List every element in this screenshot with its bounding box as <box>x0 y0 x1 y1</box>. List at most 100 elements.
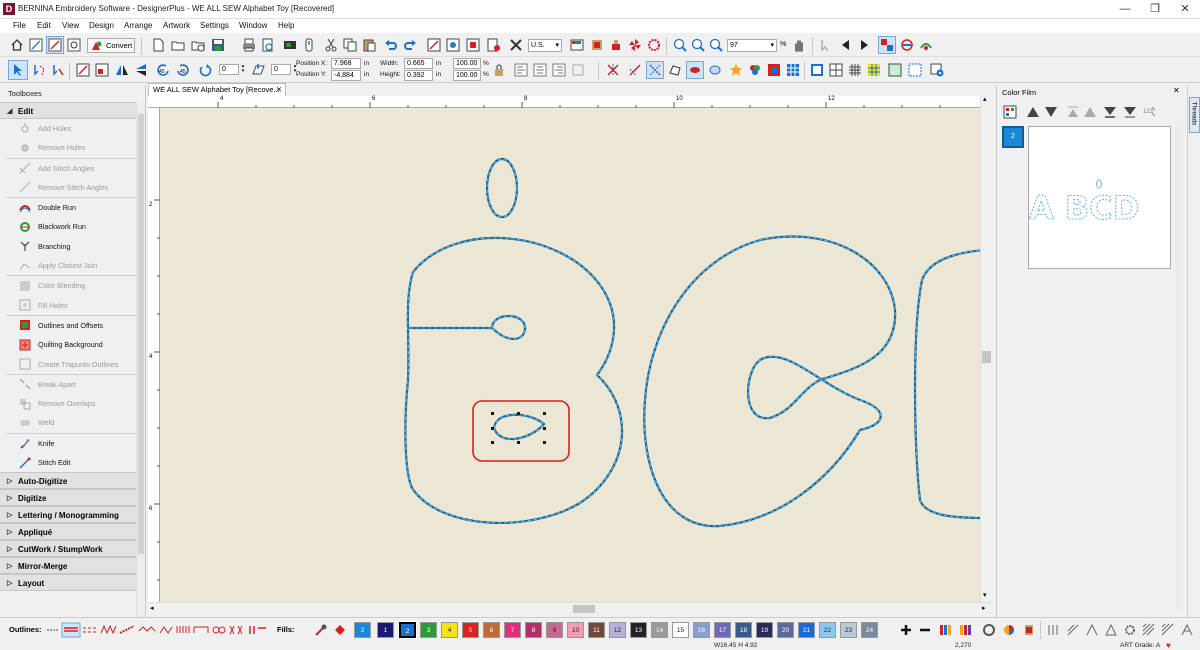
open-recent-icon[interactable] <box>189 36 207 54</box>
hoop-view-icon[interactable] <box>980 621 998 639</box>
section-edit-header[interactable]: ◢ Edit <box>0 102 145 119</box>
thread-swatch[interactable]: 2 <box>354 622 371 638</box>
units-select[interactable]: U.S. ▾ <box>528 39 562 52</box>
thread-swatch[interactable]: 18 <box>735 622 752 638</box>
mirror-horizontal-icon[interactable] <box>132 61 150 79</box>
menu-help[interactable]: Help <box>278 21 294 30</box>
convert-button[interactable]: Convert <box>87 38 135 53</box>
thread-swatch[interactable]: 17 <box>714 622 731 638</box>
distribute-icon[interactable] <box>569 61 587 79</box>
toolbox-scroll-thumb[interactable] <box>138 114 144 554</box>
thread-swatch[interactable]: 3 <box>420 622 437 638</box>
close-button[interactable]: ✕ <box>1170 0 1200 19</box>
add-holes-tool[interactable]: Add Holes <box>0 119 145 138</box>
outlines-offsets-tool[interactable]: Outlines and Offsets <box>0 316 145 335</box>
rotate-right-45-icon[interactable]: 45 <box>174 61 192 79</box>
stitch-type-2-icon[interactable] <box>1064 621 1082 639</box>
move-up-icon[interactable] <box>1024 103 1042 121</box>
design-settings-icon[interactable] <box>485 36 503 54</box>
print-preview-icon[interactable] <box>259 36 277 54</box>
break-apart-stitch-icon[interactable] <box>604 61 622 79</box>
menu-artwork[interactable]: Artwork <box>163 21 190 30</box>
section-applique[interactable]: ▷ Appliqué <box>0 523 145 541</box>
knife-tool[interactable]: Knife <box>0 434 145 453</box>
double-run-tool[interactable]: Double Run <box>0 198 145 217</box>
stitch-edit-tool[interactable]: Stitch Edit <box>0 453 145 472</box>
move-down-end-icon[interactable] <box>1121 103 1139 121</box>
gear-icon[interactable] <box>1121 621 1139 639</box>
scroll-right-icon[interactable]: ▸ <box>982 604 986 612</box>
show-artwork-icon[interactable] <box>666 61 684 79</box>
skew-icon[interactable] <box>250 61 268 79</box>
thread-colors-panel-icon[interactable] <box>957 621 975 639</box>
move-down-icon[interactable] <box>1042 103 1060 121</box>
scale-width-input[interactable]: 100.00 <box>453 58 481 69</box>
menu-settings[interactable]: Settings <box>200 21 229 30</box>
artwork-canvas-icon[interactable] <box>46 36 64 54</box>
open-folder-icon[interactable] <box>169 36 187 54</box>
section-lettering[interactable]: ▷ Lettering / Monogramming <box>0 506 145 524</box>
section-auto-digitize[interactable]: ▷ Auto-Digitize <box>0 472 145 490</box>
select-disabled-icon[interactable] <box>817 36 835 54</box>
select-arrow-icon[interactable] <box>8 60 28 80</box>
sequence-icon[interactable]: 123 <box>1141 103 1159 121</box>
thread-swatch[interactable]: 14 <box>651 622 668 638</box>
cut-icon[interactable] <box>322 36 340 54</box>
section-layout[interactable]: ▷ Layout <box>0 574 145 592</box>
thread-colors-icon[interactable] <box>588 36 606 54</box>
thread-swatch[interactable]: 19 <box>756 622 773 638</box>
stamp-icon[interactable] <box>607 36 625 54</box>
thread-swatch[interactable]: 11 <box>588 622 605 638</box>
thread-swatch[interactable]: 13 <box>630 622 647 638</box>
thread-swatch[interactable]: 2 <box>398 621 417 639</box>
color-film-settings-icon[interactable] <box>1001 103 1019 121</box>
design-frame-icon[interactable] <box>906 61 924 79</box>
save-icon[interactable] <box>209 36 227 54</box>
scroll-up-icon[interactable]: ▴ <box>983 95 987 103</box>
scroll-left-icon[interactable]: ◂ <box>150 604 154 612</box>
remove-holes-tool[interactable]: Remove Holes <box>0 138 145 157</box>
align-center-icon[interactable] <box>531 61 549 79</box>
height-input[interactable]: 0.392 <box>404 70 433 81</box>
show-hoop-icon[interactable] <box>898 36 916 54</box>
hoop-frame-icon[interactable] <box>808 61 826 79</box>
show-images-icon[interactable] <box>686 61 704 79</box>
move-up-disabled-icon[interactable] <box>1081 103 1099 121</box>
redo-icon[interactable] <box>401 36 419 54</box>
width-input[interactable]: 0.665 <box>404 58 433 69</box>
remove-overlaps-tool[interactable]: Remove Overlaps <box>0 394 145 413</box>
mirror-vertical-icon[interactable] <box>113 61 131 79</box>
background-fabric-icon[interactable] <box>886 61 904 79</box>
section-mirror-merge[interactable]: ▷ Mirror-Merge <box>0 557 145 575</box>
send-to-machine-icon[interactable] <box>300 36 318 54</box>
embroidery-canvas-icon[interactable] <box>27 36 45 54</box>
tools-icon[interactable] <box>507 36 525 54</box>
thread-swatch[interactable]: 22 <box>819 622 836 638</box>
align-left-icon[interactable] <box>512 61 530 79</box>
menu-view[interactable]: View <box>62 21 79 30</box>
add-stitch-angles-tool[interactable]: Add Stitch Angles <box>0 159 145 178</box>
horizontal-scroll-thumb[interactable] <box>573 605 595 613</box>
toolbox-scrollbar[interactable] <box>136 102 145 617</box>
undo-icon[interactable] <box>382 36 400 54</box>
menu-window[interactable]: Window <box>239 21 267 30</box>
stitch-type-3-icon[interactable] <box>1083 621 1101 639</box>
export-icon[interactable] <box>281 36 299 54</box>
thread-swatch[interactable]: 10 <box>567 622 584 638</box>
remove-stitch-angles-tool[interactable]: Remove Stitch Angles <box>0 178 145 197</box>
reshape-icon[interactable] <box>49 61 67 79</box>
thread-swatch[interactable]: 5 <box>462 622 479 638</box>
texture-fill-icon[interactable] <box>1178 621 1196 639</box>
insert-design-icon[interactable] <box>464 36 482 54</box>
pinwheel-icon[interactable] <box>626 36 644 54</box>
quilt-grid-icon[interactable] <box>865 61 883 79</box>
add-color-icon[interactable] <box>897 621 915 639</box>
create-trapunto-outlines-tool[interactable]: Create Trapunto Outlines <box>0 355 145 374</box>
thread-swatch[interactable]: 20 <box>777 622 794 638</box>
menu-edit[interactable]: Edit <box>37 21 51 30</box>
hoop-icon[interactable] <box>645 36 663 54</box>
motif-fill-icon[interactable] <box>1159 621 1177 639</box>
color-wheel-icon[interactable] <box>746 61 764 79</box>
section-cutwork[interactable]: ▷ CutWork / StumpWork <box>0 540 145 558</box>
design-canvas[interactable] <box>160 108 980 602</box>
